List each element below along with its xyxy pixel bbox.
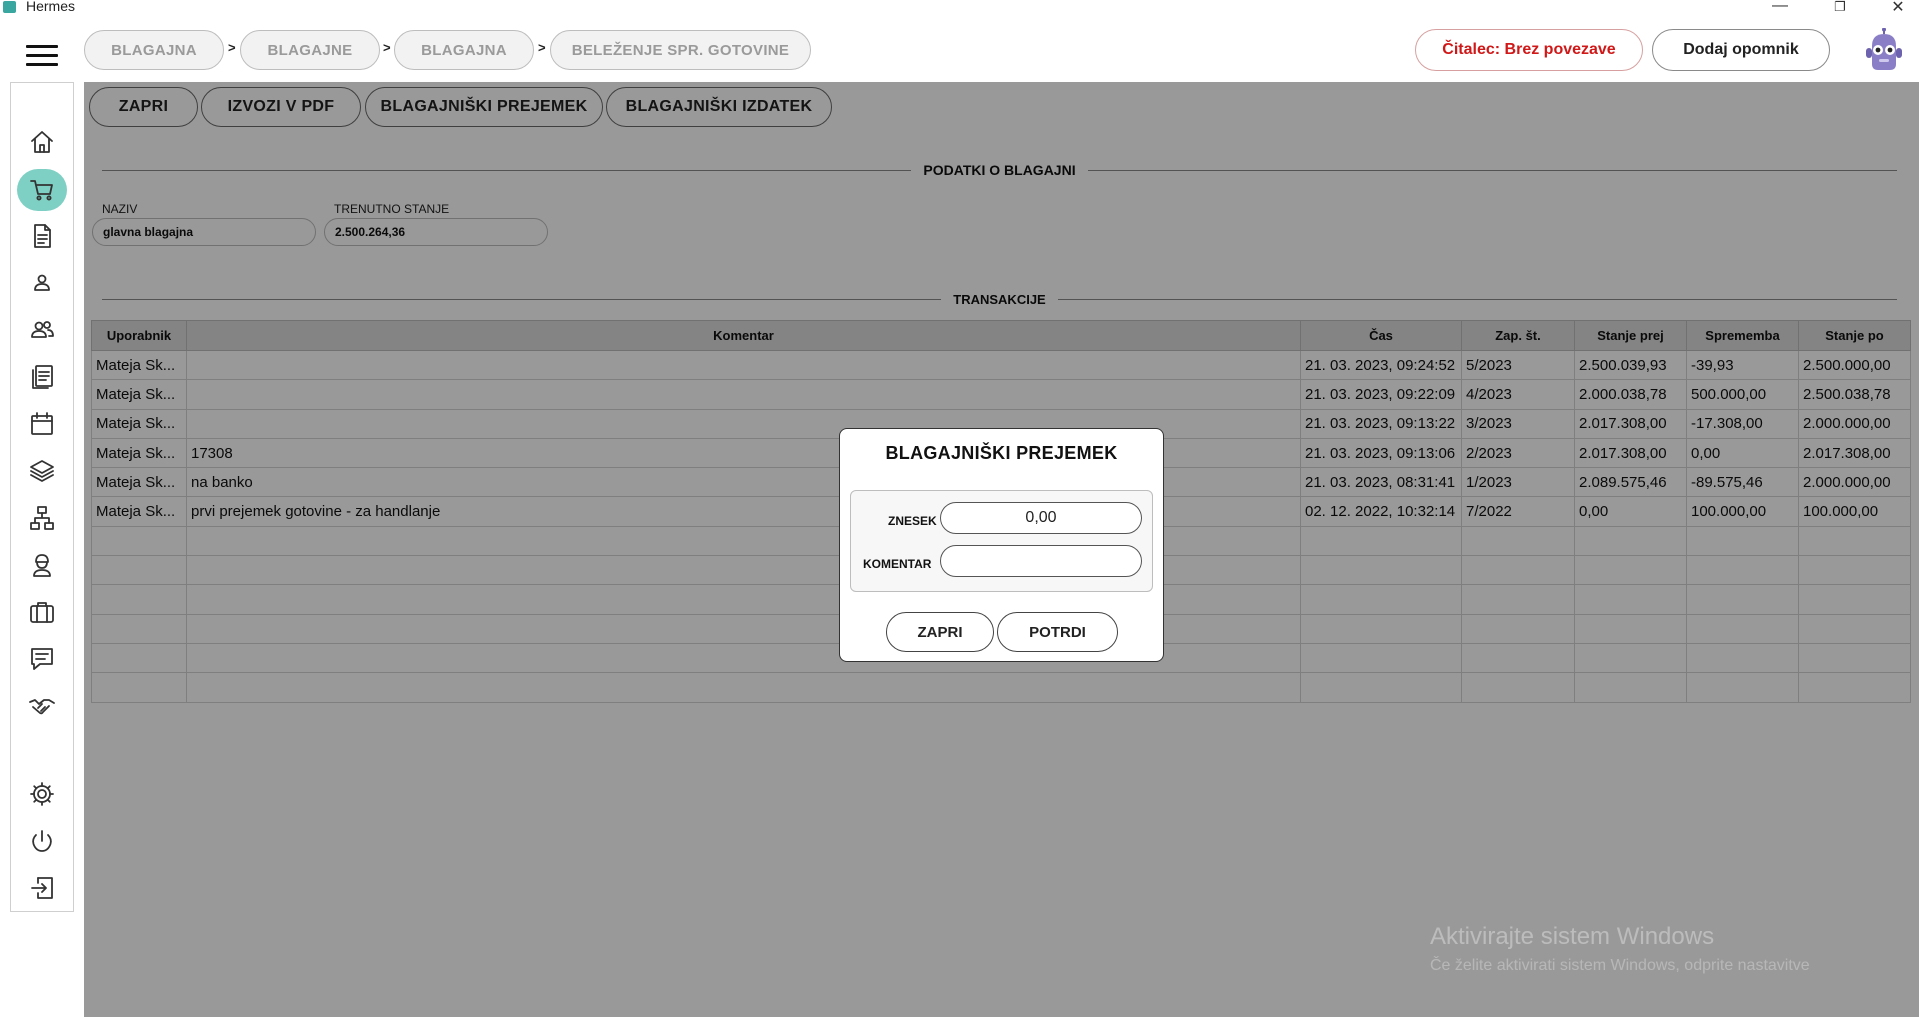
user-icon bbox=[34, 274, 50, 291]
list-document-icon bbox=[32, 365, 53, 389]
home-icon bbox=[31, 131, 53, 153]
users-icon bbox=[31, 321, 54, 338]
sidebar-item-home[interactable] bbox=[25, 125, 59, 159]
layers-icon bbox=[30, 460, 54, 482]
dialog-form: ZNESEK 0,00 KOMENTAR bbox=[850, 490, 1153, 592]
sidebar-item-chat[interactable] bbox=[25, 642, 59, 676]
logout-icon bbox=[31, 877, 53, 899]
cash-receipt-dialog: BLAGAJNIŠKI PREJEMEK ZNESEK 0,00 KOMENTA… bbox=[839, 428, 1164, 662]
handshake-icon bbox=[29, 699, 55, 715]
restore-icon[interactable]: ❐ bbox=[1830, 0, 1850, 15]
sidebar-item-users[interactable] bbox=[25, 313, 59, 347]
breadcrumb-item-1[interactable]: BLAGAJNA bbox=[84, 30, 224, 70]
amount-label: ZNESEK bbox=[888, 514, 937, 528]
breadcrumb-item-4[interactable]: BELEŽENJE SPR. GOTOVINE bbox=[550, 30, 811, 70]
sidebar-item-briefcase[interactable] bbox=[25, 595, 59, 629]
close-window-icon[interactable]: ✕ bbox=[1888, 0, 1908, 17]
sidebar-item-logout[interactable] bbox=[25, 871, 59, 905]
sidebar-item-worker[interactable] bbox=[25, 548, 59, 582]
worker-icon bbox=[33, 554, 51, 577]
dialog-confirm-button[interactable]: POTRDI bbox=[997, 612, 1118, 652]
breadcrumb-separator: > bbox=[383, 40, 391, 55]
sidebar-item-calendar[interactable] bbox=[25, 407, 59, 441]
settings-icon bbox=[30, 782, 54, 806]
cart-icon bbox=[30, 180, 53, 201]
amount-input[interactable]: 0,00 bbox=[940, 502, 1142, 534]
sidebar-item-document[interactable] bbox=[25, 219, 59, 253]
minimize-icon[interactable]: — bbox=[1770, 0, 1790, 15]
comment-label: KOMENTAR bbox=[863, 557, 932, 571]
sidebar-item-layers[interactable] bbox=[25, 454, 59, 488]
calendar-icon bbox=[31, 412, 53, 435]
chat-icon bbox=[31, 648, 53, 670]
power-icon bbox=[32, 830, 52, 852]
sidebar-item-settings[interactable] bbox=[25, 777, 59, 811]
breadcrumb-item-3[interactable]: BLAGAJNA bbox=[394, 30, 534, 70]
window-title: Hermes bbox=[26, 0, 76, 14]
sidebar-item-cart[interactable] bbox=[17, 169, 67, 211]
sidebar-item-power[interactable] bbox=[25, 824, 59, 858]
windows-activation-watermark: Aktivirajte sistem Windows bbox=[1430, 923, 1715, 950]
breadcrumb-item-2[interactable]: BLAGAJNE bbox=[240, 30, 380, 70]
sidebar-item-network[interactable] bbox=[25, 501, 59, 535]
reader-status-button[interactable]: Čitalec: Brez povezave bbox=[1415, 29, 1643, 71]
sidebar-item-list-document[interactable] bbox=[25, 360, 59, 394]
app-logo-icon bbox=[3, 1, 16, 13]
sidebar-item-handshake[interactable] bbox=[25, 689, 59, 723]
sidebar bbox=[10, 82, 74, 912]
sidebar-item-user[interactable] bbox=[25, 266, 59, 300]
window-titlebar: Hermes — ❐ ✕ bbox=[0, 0, 1919, 17]
briefcase-icon bbox=[30, 602, 54, 623]
dialog-cancel-button[interactable]: ZAPRI bbox=[886, 612, 994, 652]
document-icon bbox=[34, 224, 51, 248]
windows-activation-hint: Če želite aktivirati sistem Windows, odp… bbox=[1430, 957, 1810, 974]
menu-icon[interactable] bbox=[26, 45, 58, 67]
add-reminder-button[interactable]: Dodaj opomnik bbox=[1652, 29, 1830, 71]
breadcrumb-separator: > bbox=[538, 40, 546, 55]
mascot-avatar-icon[interactable] bbox=[1864, 28, 1904, 72]
network-icon bbox=[30, 506, 54, 530]
dialog-title: BLAGAJNIŠKI PREJEMEK bbox=[885, 443, 1118, 463]
comment-input[interactable] bbox=[940, 545, 1142, 577]
breadcrumb-separator: > bbox=[228, 40, 236, 55]
